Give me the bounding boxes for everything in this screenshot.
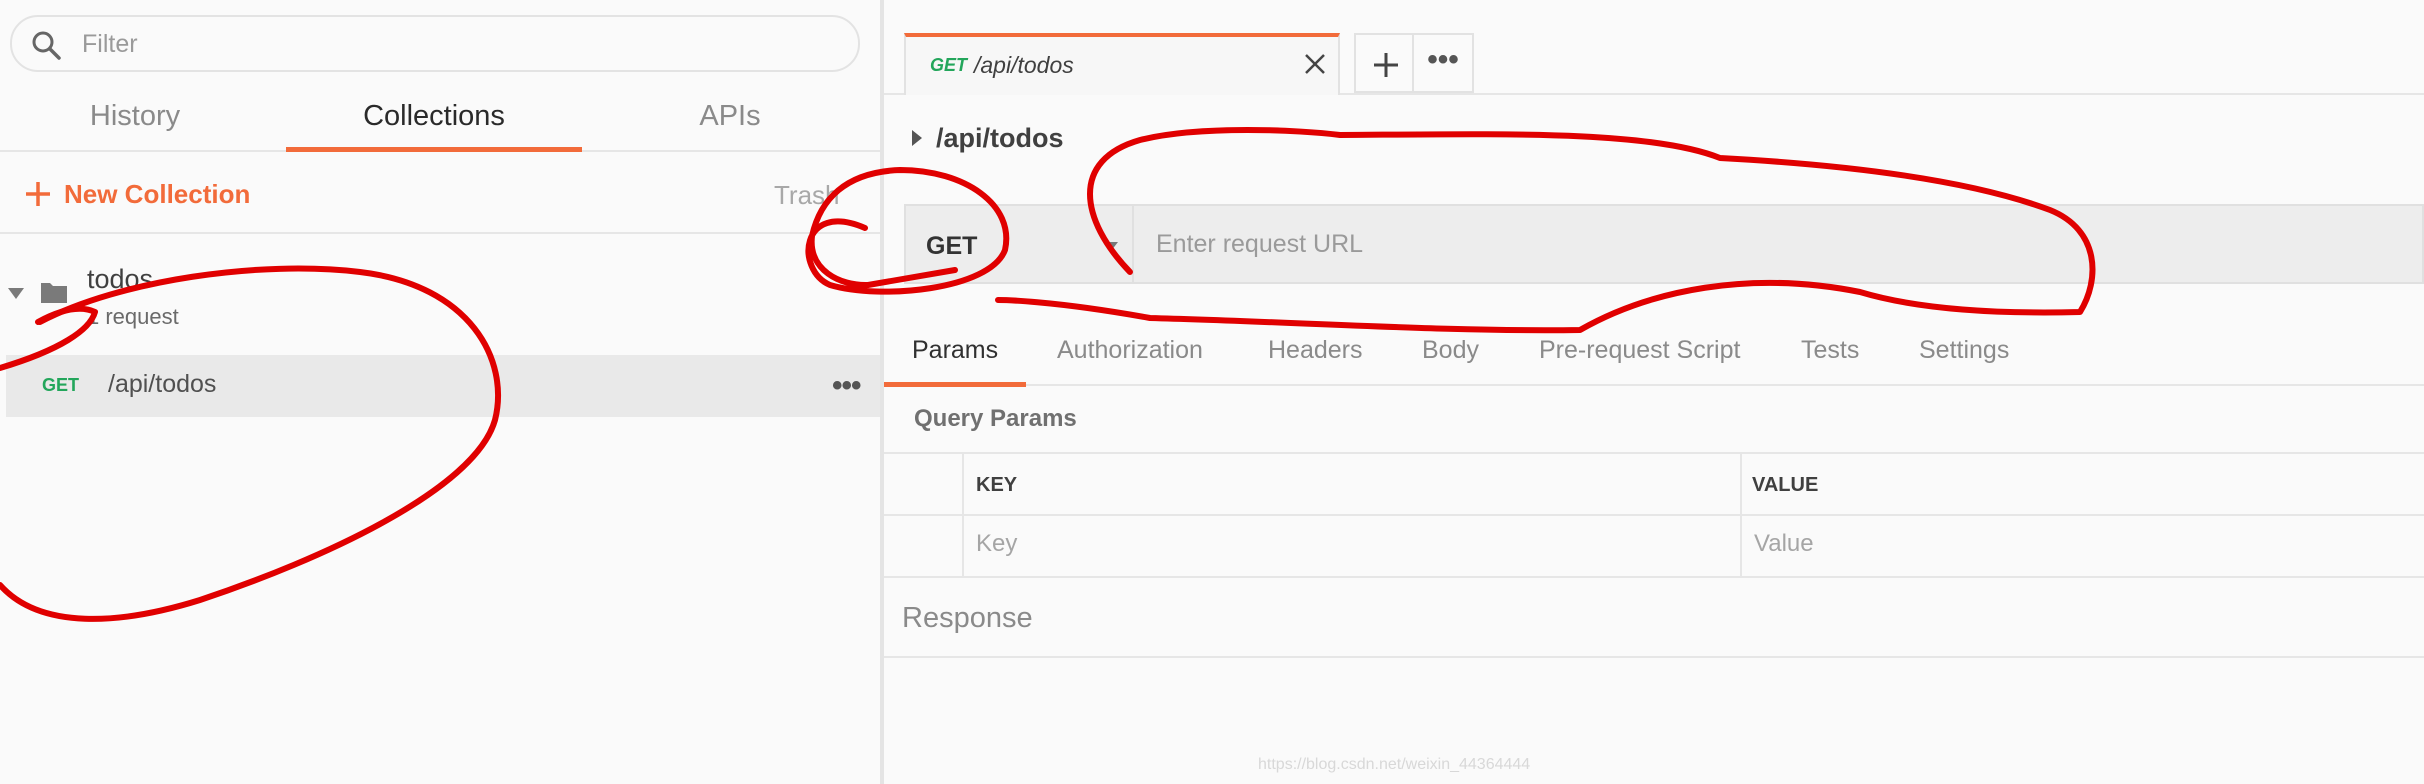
method-value: GET xyxy=(926,232,978,260)
column-divider xyxy=(962,454,964,578)
tab-tests[interactable]: Tests xyxy=(1801,336,1859,365)
sidebar-tabs: History Collections APIs xyxy=(0,88,882,152)
new-collection-label: New Collection xyxy=(64,178,251,209)
tab-pre-request-script[interactable]: Pre-request Script xyxy=(1539,336,1740,365)
tab-body[interactable]: Body xyxy=(1422,336,1479,365)
more-options-icon[interactable]: ••• xyxy=(832,369,861,403)
tab-apis[interactable]: APIs xyxy=(640,100,820,150)
plus-icon xyxy=(1374,53,1398,77)
folder-icon xyxy=(41,283,67,303)
request-tab-bar: GET /api/todos ••• xyxy=(884,0,2424,95)
request-method-badge: GET xyxy=(42,375,80,395)
query-params-table: KEY VALUE Key Value xyxy=(884,452,2424,578)
plus-icon xyxy=(26,182,50,206)
table-header-row xyxy=(884,454,2424,516)
breadcrumb[interactable]: /api/todos xyxy=(912,120,1064,156)
tab-method-badge: GET xyxy=(930,55,968,75)
request-config-tabs: Params Authorization Headers Body Pre-re… xyxy=(884,310,2424,387)
tab-request-name: /api/todos xyxy=(974,52,1074,78)
trash-link[interactable]: Trash xyxy=(774,180,840,211)
response-section: Response xyxy=(884,580,2424,658)
collection-toolbar: New Collection Trash xyxy=(0,152,882,234)
close-icon[interactable] xyxy=(1302,51,1328,77)
url-bar: GET xyxy=(904,204,2424,284)
collection-item-todos[interactable]: todos 1 request xyxy=(0,254,882,344)
response-label: Response xyxy=(902,602,1033,634)
filter-input[interactable] xyxy=(82,27,822,61)
collapse-caret-icon[interactable] xyxy=(8,288,24,299)
collection-request-count: 1 request xyxy=(87,304,179,329)
tab-options-button[interactable]: ••• xyxy=(1414,33,1474,93)
sidebar: History Collections APIs New Collection … xyxy=(0,0,882,784)
filter-search-box[interactable] xyxy=(10,15,860,72)
query-params-title: Query Params xyxy=(914,405,1077,432)
tab-collections-label: Collections xyxy=(363,100,505,132)
method-dropdown[interactable]: GET xyxy=(904,204,1134,284)
breadcrumb-request-name: /api/todos xyxy=(936,122,1064,153)
tab-settings[interactable]: Settings xyxy=(1919,336,2009,365)
param-value-input[interactable]: Value xyxy=(1754,530,1814,558)
tab-history-label: History xyxy=(89,100,181,132)
caret-right-icon xyxy=(912,130,922,146)
column-header-key: KEY xyxy=(976,474,1018,496)
watermark: https://blog.csdn.net/weixin_44364444 xyxy=(1258,756,1531,773)
tab-authorization[interactable]: Authorization xyxy=(1057,336,1203,365)
new-tab-button[interactable] xyxy=(1354,33,1414,93)
tab-params[interactable]: Params xyxy=(912,336,998,365)
collection-name: todos xyxy=(87,264,154,294)
request-name: /api/todos xyxy=(108,370,217,398)
request-url-input[interactable] xyxy=(1132,204,2424,284)
new-collection-button[interactable]: New Collection xyxy=(24,176,250,212)
tab-collections[interactable]: Collections xyxy=(286,100,582,152)
chevron-down-icon xyxy=(1104,242,1118,251)
search-icon xyxy=(32,31,61,60)
tab-headers[interactable]: Headers xyxy=(1268,336,1363,365)
open-request-tab[interactable]: GET /api/todos xyxy=(904,33,1340,95)
column-divider xyxy=(1740,454,1742,578)
active-tab-indicator xyxy=(884,382,1026,387)
request-builder: GET /api/todos ••• /api/todos GET Params… xyxy=(884,0,2424,784)
tab-history[interactable]: History xyxy=(40,100,230,150)
param-key-input[interactable]: Key xyxy=(976,530,1017,558)
tab-apis-label: APIs xyxy=(699,100,761,132)
request-item[interactable]: GET /api/todos ••• xyxy=(6,355,882,417)
column-header-value: VALUE xyxy=(1752,474,1819,496)
